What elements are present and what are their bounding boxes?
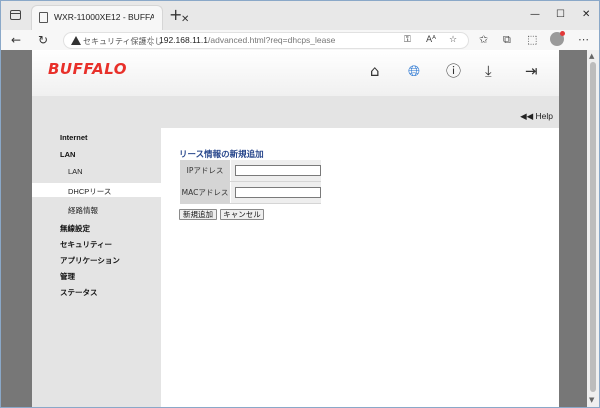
back-arrow-icon[interactable]: ←: [11, 33, 21, 47]
refresh-icon[interactable]: ↻: [38, 33, 48, 47]
menu-wireless[interactable]: 無線設定: [60, 223, 90, 234]
more-options-icon[interactable]: ⋯: [578, 34, 589, 46]
help-link[interactable]: ◀◀ Help: [520, 111, 553, 122]
browser-window: WXR-11000XE12 - BUFFALO AirStation ✕ + —…: [0, 0, 600, 408]
collections-icon[interactable]: ⧉: [503, 34, 511, 46]
address-bar[interactable]: セキュリティ保護なし 192.168.11.1/advanced.html?re…: [63, 32, 469, 49]
profile-avatar[interactable]: [550, 31, 565, 46]
url-host: 192.168.11.1: [159, 35, 208, 45]
content-panel: リース情報の新規追加 IPアドレス MACアドレス 新規追加 キャンセル: [161, 128, 559, 407]
menu-lan-sub[interactable]: LAN: [68, 167, 83, 176]
browser-tab[interactable]: WXR-11000XE12 - BUFFALO AirStation ✕: [31, 5, 189, 30]
extensions-icon[interactable]: ⬚: [527, 34, 537, 46]
url-text[interactable]: 192.168.11.1/advanced.html?req=dhcps_lea…: [159, 35, 335, 45]
mac-address-input[interactable]: [235, 187, 321, 198]
page-icon: [39, 12, 48, 23]
section-title: リース情報の新規追加: [179, 150, 264, 160]
menu-internet[interactable]: Internet: [60, 133, 88, 142]
favorite-star-icon[interactable]: ☆: [449, 35, 457, 46]
mac-address-cell: [230, 182, 321, 203]
scroll-thumb[interactable]: [590, 62, 596, 392]
buffalo-logo: BUFFALO: [48, 60, 128, 78]
router-subheader: [32, 96, 559, 126]
page-background-left: [1, 50, 32, 407]
globe-icon[interactable]: 🌐︎: [408, 63, 420, 79]
page-viewport: BUFFALO ⌂ 🌐︎ ⓘ ⤓ ⇥ ◀◀ Help Internet LAN …: [32, 50, 559, 407]
tab-actions-icon[interactable]: [10, 10, 21, 20]
favorites-icon[interactable]: ✩: [479, 34, 488, 46]
new-tab-button[interactable]: +: [169, 7, 182, 23]
warning-icon[interactable]: [71, 36, 81, 45]
menu-dhcp-lease[interactable]: DHCPリース: [68, 186, 111, 197]
menu-security[interactable]: セキュリティー: [60, 239, 112, 250]
close-window-button[interactable]: ✕: [582, 9, 590, 21]
add-new-button[interactable]: 新規追加: [179, 209, 217, 220]
ip-address-label: IPアドレス: [180, 160, 230, 181]
cancel-button[interactable]: キャンセル: [220, 209, 264, 220]
menu-status[interactable]: ステータス: [60, 287, 98, 298]
menu-routing[interactable]: 経路情報: [68, 205, 98, 216]
menu-management[interactable]: 管理: [60, 271, 75, 282]
lease-form-table: IPアドレス MACアドレス: [180, 160, 321, 204]
url-path: /advanced.html?req=dhcps_lease: [208, 35, 336, 45]
address-divider: [151, 36, 152, 46]
navigation-bar: ← ↻ セキュリティ保護なし 192.168.11.1/advanced.htm…: [1, 30, 599, 50]
key-icon[interactable]: ⚿: [404, 35, 411, 46]
read-aloud-icon[interactable]: Aᴬ: [426, 35, 436, 46]
scroll-down-icon[interactable]: ▼: [589, 396, 594, 404]
ip-address-input[interactable]: [235, 165, 321, 176]
home-icon[interactable]: ⌂: [370, 63, 380, 79]
tab-bar: WXR-11000XE12 - BUFFALO AirStation ✕ + —…: [1, 1, 599, 30]
vertical-scrollbar[interactable]: ▲ ▼: [587, 50, 599, 407]
menu-applications[interactable]: アプリケーション: [60, 255, 120, 266]
mac-address-label: MACアドレス: [180, 182, 230, 203]
minimize-button[interactable]: —: [530, 9, 540, 21]
router-header: BUFFALO ⌂ 🌐︎ ⓘ ⤓ ⇥: [32, 50, 559, 96]
tab-title: WXR-11000XE12 - BUFFALO AirStation: [54, 12, 154, 22]
ip-address-cell: [230, 160, 321, 181]
logout-icon[interactable]: ⇥: [525, 63, 538, 79]
scroll-up-icon[interactable]: ▲: [589, 52, 594, 60]
download-icon[interactable]: ⤓: [485, 63, 492, 79]
info-icon[interactable]: ⓘ: [446, 63, 461, 79]
maximize-button[interactable]: ☐: [556, 9, 565, 21]
menu-lan[interactable]: LAN: [60, 150, 75, 159]
